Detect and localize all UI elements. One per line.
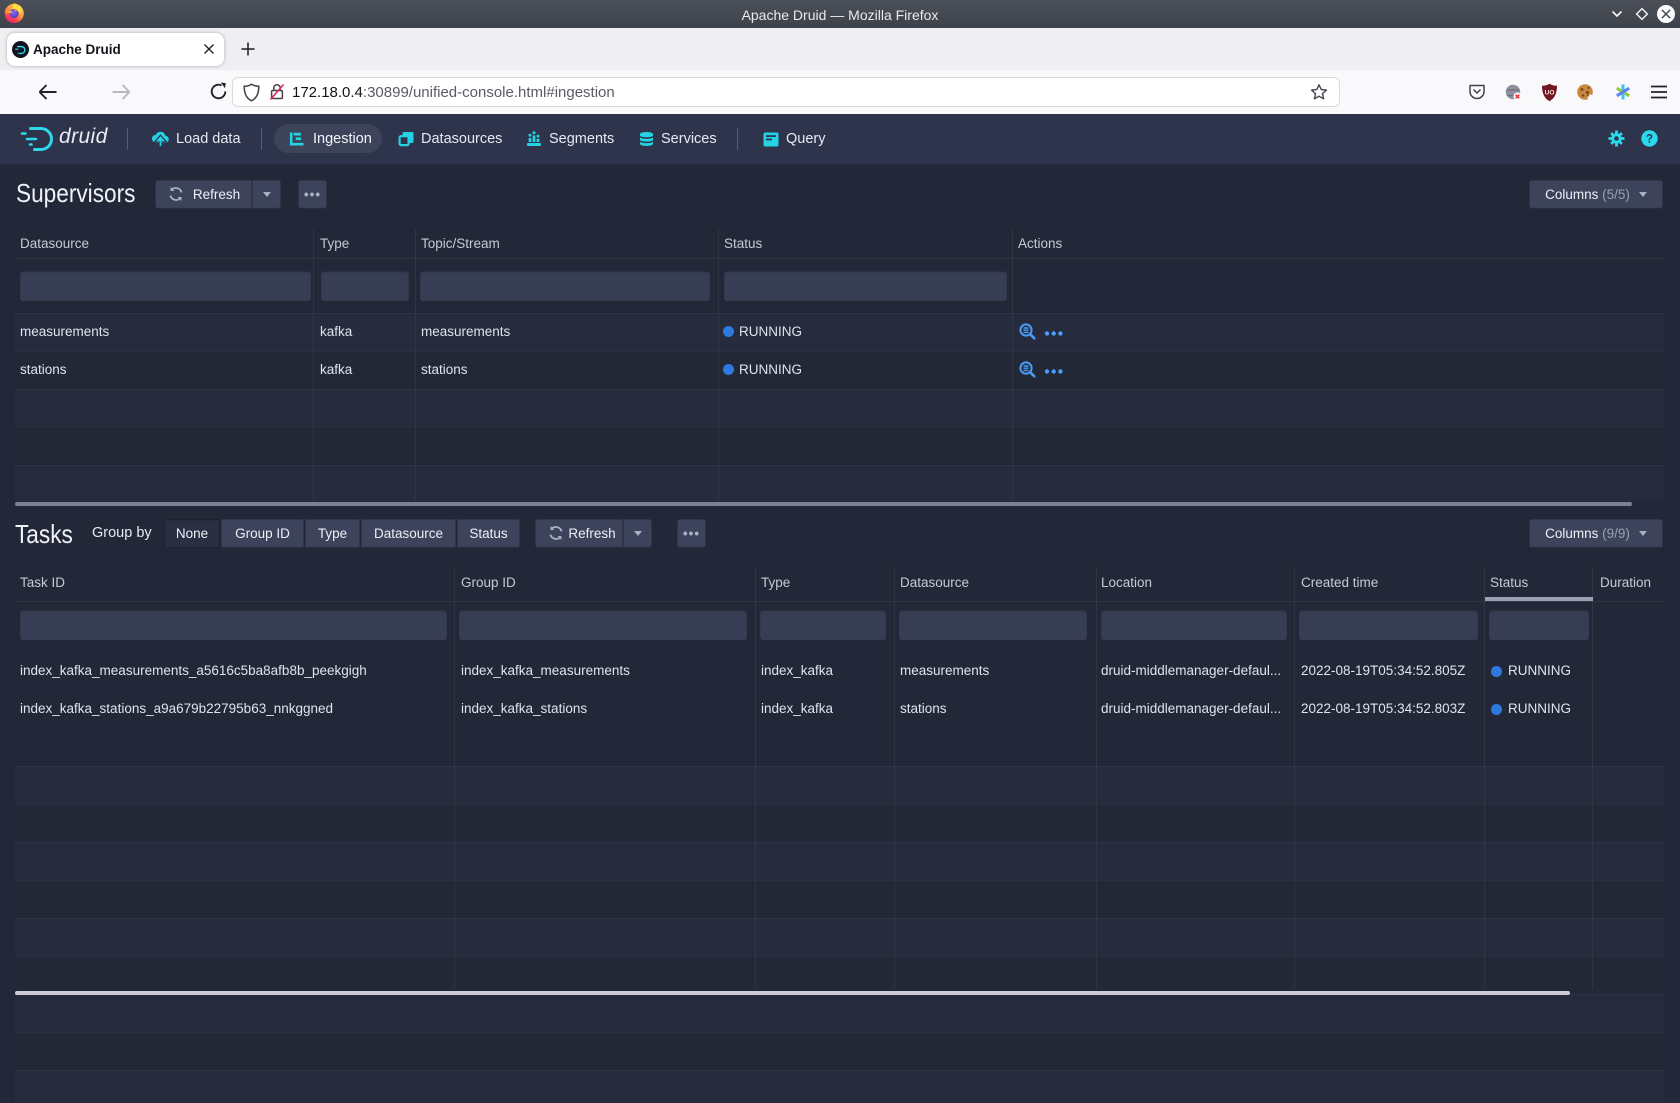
svg-text:UO: UO — [1545, 90, 1555, 97]
svg-text:?: ? — [1646, 134, 1653, 146]
